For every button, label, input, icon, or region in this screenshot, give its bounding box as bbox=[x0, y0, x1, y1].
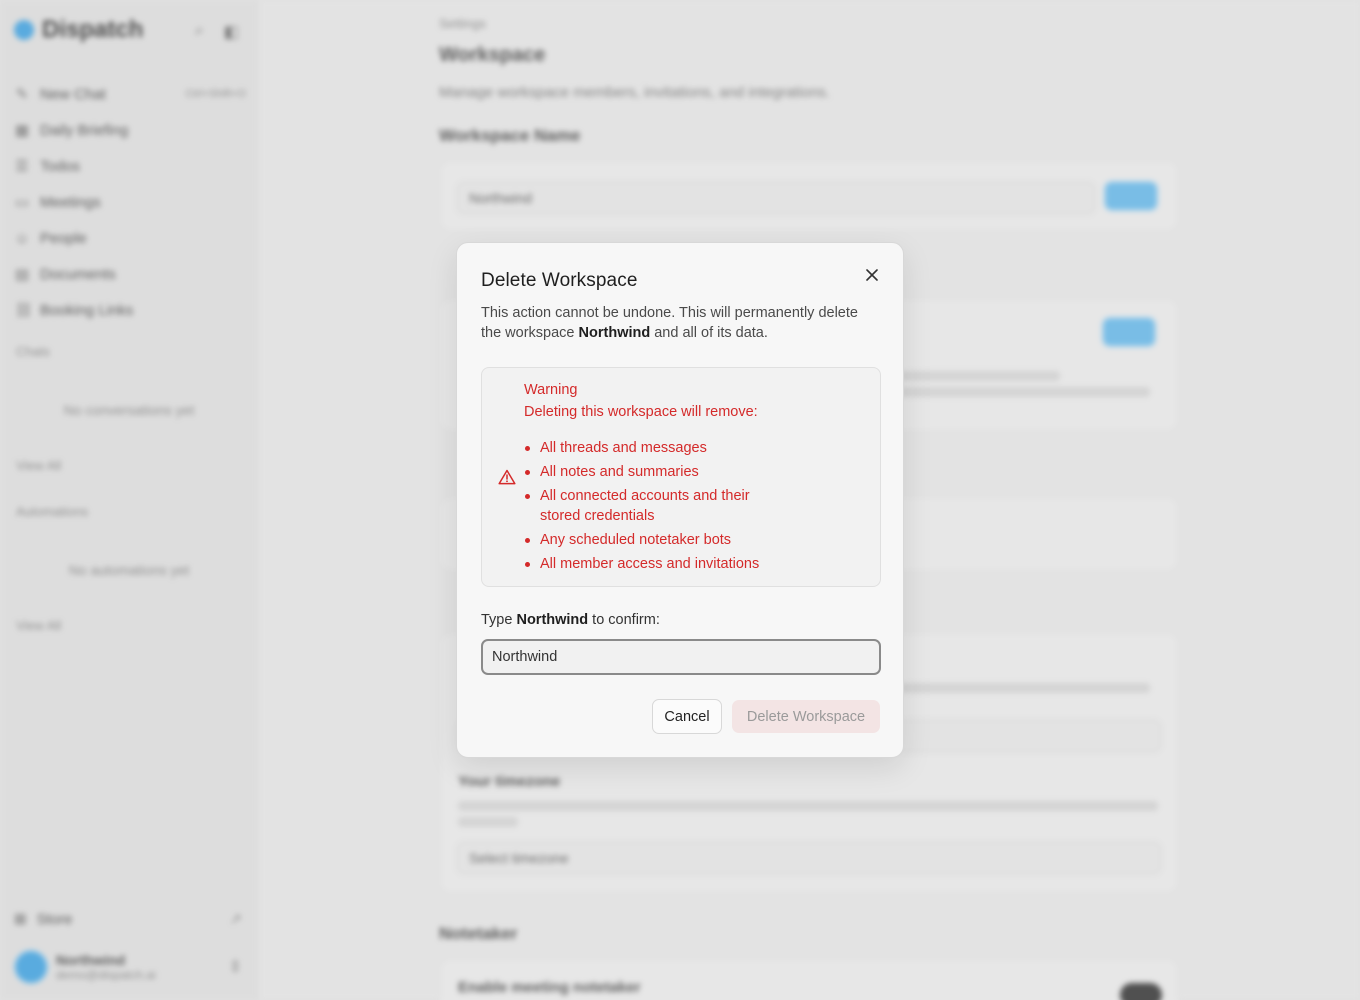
dialog-title: Delete Workspace bbox=[481, 270, 638, 291]
close-button[interactable] bbox=[861, 264, 883, 286]
warning-callout: Warning Deleting this workspace will rem… bbox=[481, 367, 881, 587]
warning-list-item: All member access and invitations bbox=[525, 554, 790, 574]
workspace-name-emphasis: Northwind bbox=[578, 325, 651, 341]
confirm-label-prefix: Type bbox=[481, 612, 517, 628]
cancel-button[interactable]: Cancel bbox=[652, 699, 722, 734]
warning-list-item: All threads and messages bbox=[525, 438, 790, 458]
warning-list: All threads and messages All notes and s… bbox=[525, 438, 790, 578]
confirm-label-suffix: to confirm: bbox=[588, 612, 660, 628]
confirm-workspace-input[interactable] bbox=[481, 639, 881, 675]
warning-lead: Deleting this workspace will remove: bbox=[524, 404, 758, 420]
delete-workspace-button[interactable]: Delete Workspace bbox=[732, 700, 880, 733]
dialog-description: This action cannot be undone. This will … bbox=[481, 303, 881, 343]
warning-list-item: All notes and summaries bbox=[525, 462, 790, 482]
confirm-label: Type Northwind to confirm: bbox=[481, 612, 660, 628]
warning-list-item: Any scheduled notetaker bots bbox=[525, 530, 790, 550]
delete-workspace-dialog: Delete Workspace This action cannot be u… bbox=[456, 242, 904, 758]
description-text-end: and all of its data. bbox=[650, 325, 768, 341]
warning-title: Warning bbox=[524, 382, 578, 398]
close-icon bbox=[866, 269, 878, 281]
confirm-workspace-name: Northwind bbox=[516, 612, 589, 628]
warning-list-item: All connected accounts and their stored … bbox=[525, 486, 790, 526]
warning-triangle-icon bbox=[498, 469, 516, 485]
